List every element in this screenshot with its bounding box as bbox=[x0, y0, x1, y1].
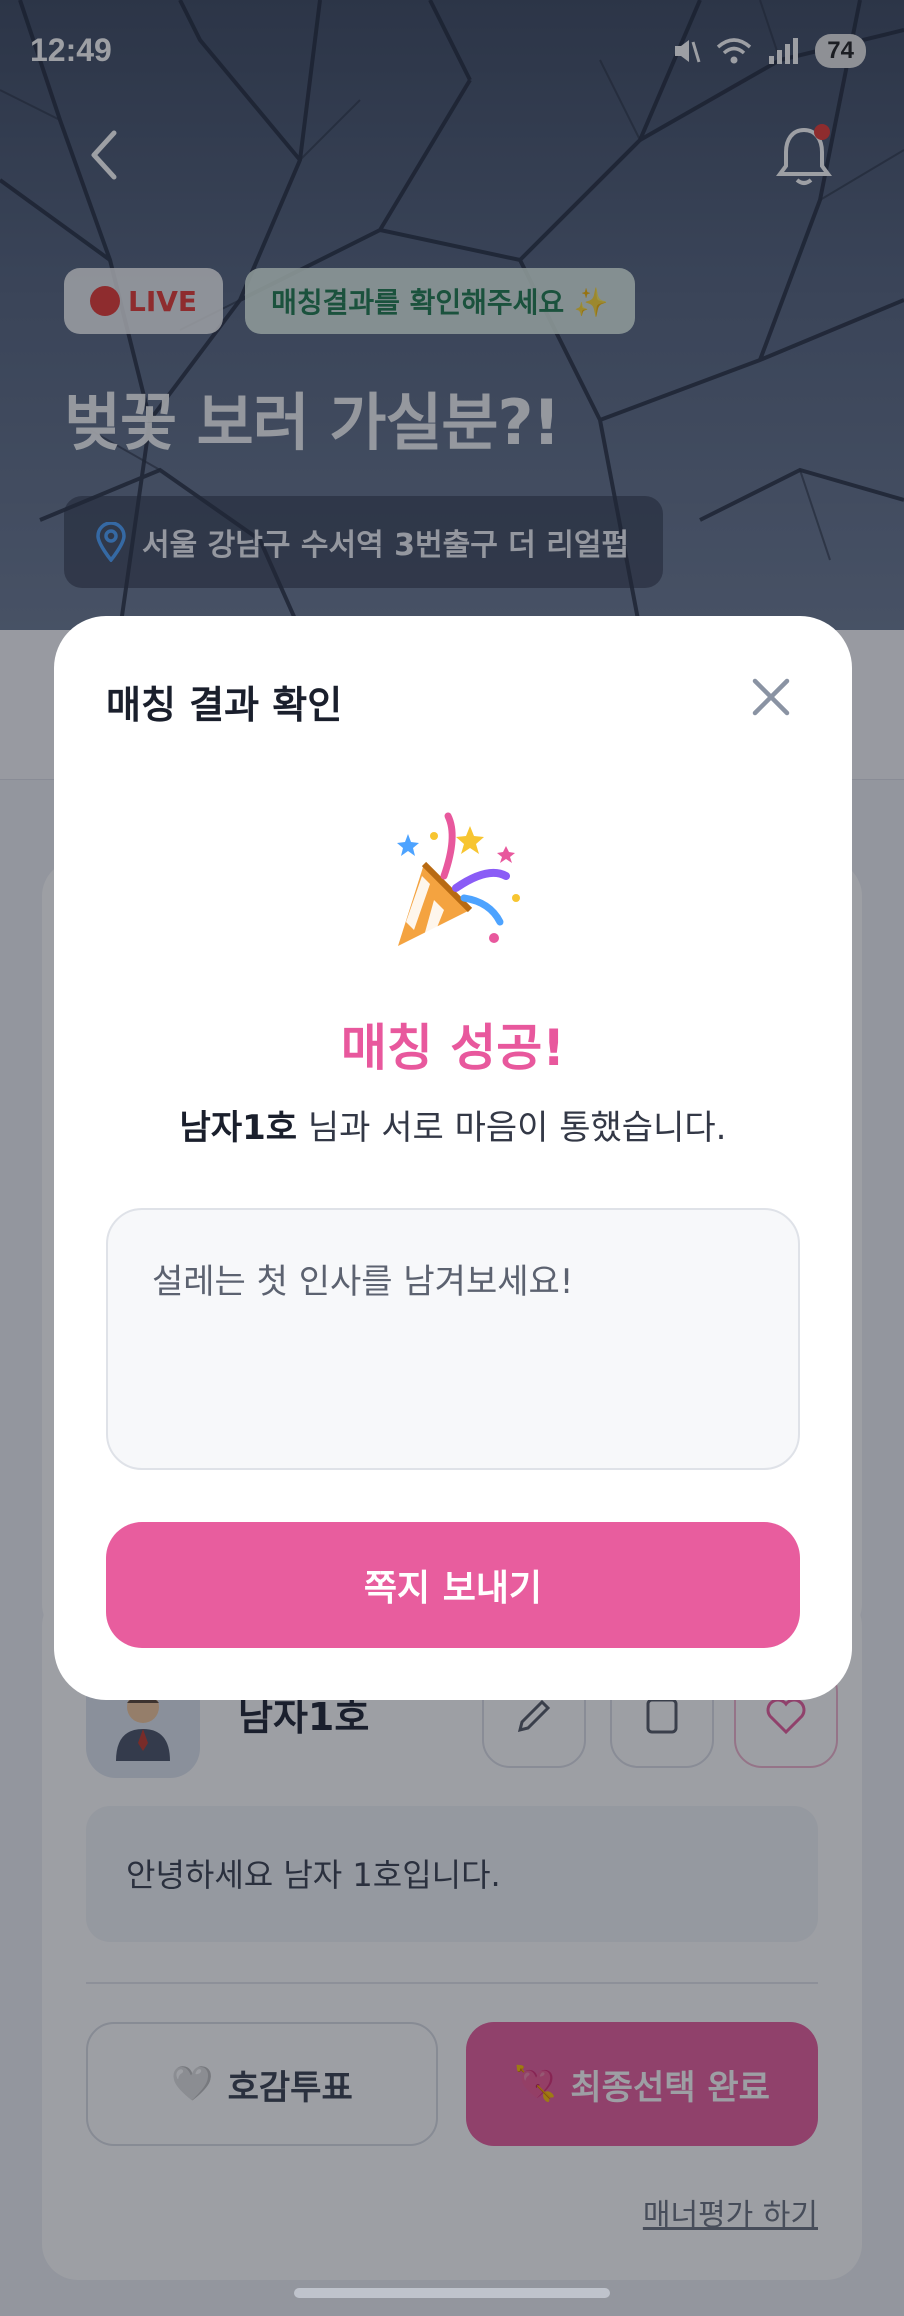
close-button[interactable] bbox=[740, 666, 802, 728]
partner-name: 남자1호 bbox=[179, 1108, 298, 1148]
home-indicator[interactable] bbox=[294, 2288, 610, 2298]
match-message: 남자1호 님과 서로 마음이 통했습니다. bbox=[54, 1100, 852, 1149]
greeting-input[interactable] bbox=[106, 1208, 800, 1470]
match-result-modal: 매칭 결과 확인 매칭 성공! 남자1호 님과 서로 마음이 통했습니다. 쪽지… bbox=[54, 616, 852, 1700]
party-popper-icon bbox=[54, 806, 852, 960]
modal-title: 매칭 결과 확인 bbox=[106, 683, 343, 727]
close-icon bbox=[752, 678, 790, 716]
message-suffix: 님과 서로 마음이 통했습니다. bbox=[297, 1108, 727, 1148]
send-note-button[interactable]: 쪽지 보내기 bbox=[106, 1522, 800, 1648]
match-success-title: 매칭 성공! bbox=[340, 1019, 566, 1077]
